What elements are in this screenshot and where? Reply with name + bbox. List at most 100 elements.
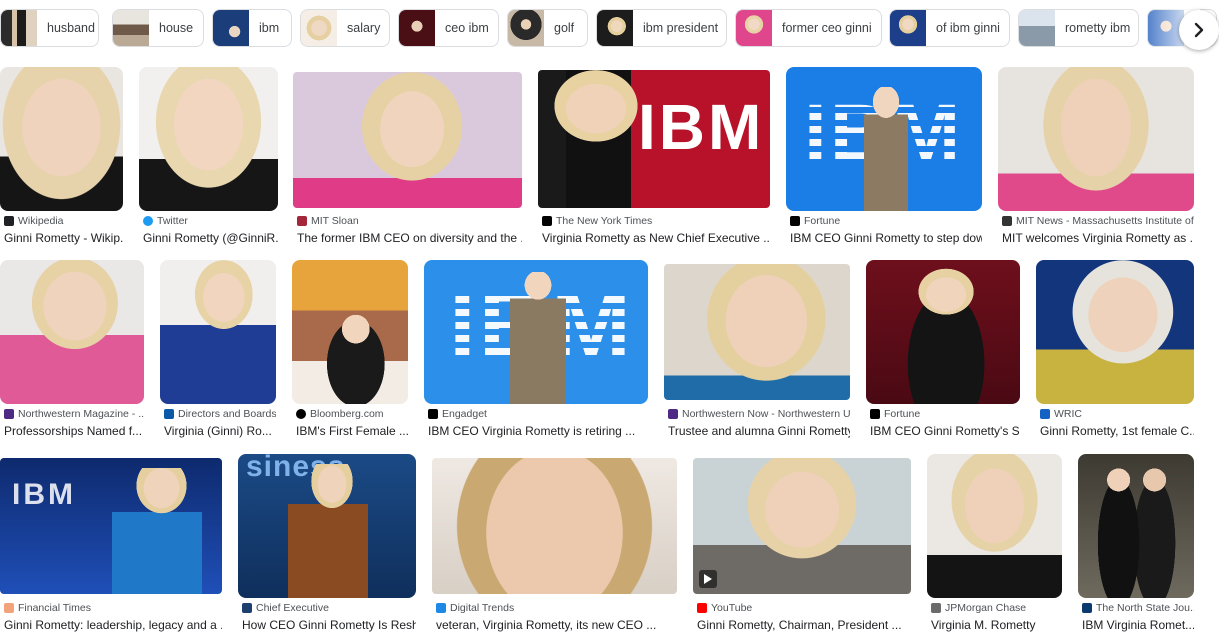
chip-rometty-ibm[interactable]: rometty ibm	[1018, 9, 1139, 47]
result-title[interactable]: The former IBM CEO on diversity and the …	[297, 231, 522, 245]
chip-salary[interactable]: salary	[300, 9, 390, 47]
result-image[interactable]: IBM	[538, 70, 770, 208]
fortune-icon	[790, 216, 800, 226]
image-result[interactable]: The North State Jou... IBM Virginia Rome…	[1078, 454, 1194, 636]
result-source: The North State Jou...	[1082, 602, 1194, 614]
image-result[interactable]: Directors and Boards Virginia (Ginni) Ro…	[160, 260, 276, 440]
chip-label: ceo ibm	[445, 21, 489, 35]
result-image[interactable]	[664, 264, 850, 400]
chips-next-button[interactable]	[1179, 10, 1219, 50]
result-source: Fortune	[870, 408, 1020, 420]
image-result[interactable]: Northwestern Magazine - ... Professorshi…	[0, 260, 144, 440]
bloomberg-icon	[296, 409, 306, 419]
image-result[interactable]: IBM Fortune IBM CEO Ginni Rometty to ste…	[786, 67, 982, 247]
northwestern-icon	[668, 409, 678, 419]
result-image[interactable]	[1078, 454, 1194, 598]
image-result[interactable]: YouTube Ginni Rometty, Chairman, Preside…	[693, 454, 911, 636]
image-result[interactable]: IBM Engadget IBM CEO Virginia Rometty is…	[424, 260, 648, 440]
result-title[interactable]: IBM CEO Ginni Rometty's S...	[870, 424, 1020, 438]
chip-former-ceo-ginni[interactable]: former ceo ginni	[735, 9, 882, 47]
result-image[interactable]	[292, 260, 408, 404]
image-result[interactable]: Wikipedia Ginni Rometty - Wikip...	[0, 67, 123, 247]
result-image[interactable]	[0, 67, 123, 211]
result-title[interactable]: Ginni Rometty, Chairman, President ...	[697, 618, 911, 632]
northwestern-icon	[4, 409, 14, 419]
chip-label: ibm	[259, 21, 280, 35]
chip-label: salary	[347, 21, 381, 35]
result-title[interactable]: IBM Virginia Romet...	[1082, 618, 1194, 632]
chip-thumbnail	[597, 10, 633, 46]
chip-golf[interactable]: golf	[507, 9, 588, 47]
chip-label: ibm president	[643, 21, 719, 35]
jpmorgan-icon	[931, 603, 941, 613]
image-result[interactable]: IBM The New York Times Virginia Rometty …	[538, 67, 770, 247]
result-image[interactable]	[927, 454, 1062, 598]
result-title[interactable]: MIT welcomes Virginia Rometty as ...	[1002, 231, 1194, 245]
result-image[interactable]	[139, 67, 278, 211]
result-image[interactable]	[160, 260, 276, 404]
result-title[interactable]: IBM's First Female ...	[296, 424, 408, 438]
result-source: Engadget	[428, 408, 648, 420]
result-title[interactable]: How CEO Ginni Rometty Is Resh...	[242, 618, 416, 632]
result-image[interactable]	[693, 458, 911, 594]
chevron-right-icon	[1194, 22, 1204, 38]
chief-executive-icon	[242, 603, 252, 613]
result-image[interactable]	[1036, 260, 1194, 404]
result-source: Wikipedia	[4, 215, 123, 227]
result-source: The New York Times	[542, 215, 770, 227]
image-result[interactable]: Northwestern Now - Northwestern U... Tru…	[664, 260, 850, 440]
result-title[interactable]: Virginia M. Rometty	[931, 618, 1062, 632]
result-image[interactable]: IBM	[424, 260, 648, 404]
chip-thumbnail	[1019, 10, 1055, 46]
result-source: Northwestern Magazine - ...	[4, 408, 144, 420]
chip-thumbnail	[301, 10, 337, 46]
chip-of-ibm-ginni[interactable]: of ibm ginni	[889, 9, 1010, 47]
chip-ceo-ibm[interactable]: ceo ibm	[398, 9, 499, 47]
image-result[interactable]: JPMorgan Chase Virginia M. Rometty	[927, 454, 1062, 636]
result-title[interactable]: Ginni Rometty - Wikip...	[4, 231, 123, 245]
result-title[interactable]: Ginni Rometty (@GinniR...	[143, 231, 278, 245]
result-title[interactable]: Ginni Rometty: leadership, legacy and a …	[4, 618, 222, 632]
engadget-icon	[428, 409, 438, 419]
result-image[interactable]	[293, 72, 522, 208]
chip-husband[interactable]: husband	[0, 9, 99, 47]
result-image[interactable]	[866, 260, 1020, 404]
result-title[interactable]: Professorships Named f...	[4, 424, 144, 438]
result-image[interactable]	[432, 458, 677, 594]
chip-house[interactable]: house	[112, 9, 204, 47]
result-image[interactable]: IBM	[786, 67, 982, 211]
fortune-icon	[870, 409, 880, 419]
result-title[interactable]: Virginia (Ginni) Ro...	[164, 424, 276, 438]
image-result[interactable]: WRIC Ginni Rometty, 1st female C...	[1036, 260, 1194, 440]
related-searches-bar: husband house ibm salary ceo ibm golf ib…	[0, 0, 1219, 58]
play-icon[interactable]	[699, 570, 717, 588]
nyt-icon	[542, 216, 552, 226]
chip-label: husband	[47, 21, 95, 35]
image-result[interactable]: Twitter Ginni Rometty (@GinniR...	[139, 67, 278, 247]
result-title[interactable]: Trustee and alumna Ginni Rometty...	[668, 424, 850, 438]
chip-label: rometty ibm	[1065, 21, 1131, 35]
image-result[interactable]: IBM Financial Times Ginni Rometty: leade…	[0, 454, 222, 636]
image-result[interactable]: Bloomberg.com IBM's First Female ...	[292, 260, 408, 440]
result-image[interactable]: IBM	[0, 458, 222, 594]
result-image[interactable]: siness	[238, 454, 416, 598]
result-title[interactable]: veteran, Virginia Rometty, its new CEO .…	[436, 618, 677, 632]
chip-ibm-president[interactable]: ibm president	[596, 9, 727, 47]
chip-label: golf	[554, 21, 575, 35]
result-image[interactable]	[998, 67, 1194, 211]
result-source: Chief Executive	[242, 602, 416, 614]
image-result[interactable]: Fortune IBM CEO Ginni Rometty's S...	[866, 260, 1020, 440]
ibm-overlay-text: IBM	[12, 478, 76, 511]
result-title[interactable]: Ginni Rometty, 1st female C...	[1040, 424, 1194, 438]
result-title[interactable]: IBM CEO Ginni Rometty to step dow...	[790, 231, 982, 245]
result-title[interactable]: Virginia Rometty as New Chief Executive …	[542, 231, 770, 245]
chip-ibm[interactable]: ibm	[212, 9, 292, 47]
image-result[interactable]: siness Chief Executive How CEO Ginni Rom…	[238, 454, 416, 636]
image-result[interactable]: MIT Sloan The former IBM CEO on diversit…	[293, 67, 522, 247]
chip-thumbnail	[113, 10, 149, 46]
result-image[interactable]	[0, 260, 144, 404]
directors-boards-icon	[164, 409, 174, 419]
image-result[interactable]: Digital Trends veteran, Virginia Rometty…	[432, 454, 677, 636]
image-result[interactable]: MIT News - Massachusetts Institute of...…	[998, 67, 1194, 247]
result-title[interactable]: IBM CEO Virginia Rometty is retiring ...	[428, 424, 648, 438]
